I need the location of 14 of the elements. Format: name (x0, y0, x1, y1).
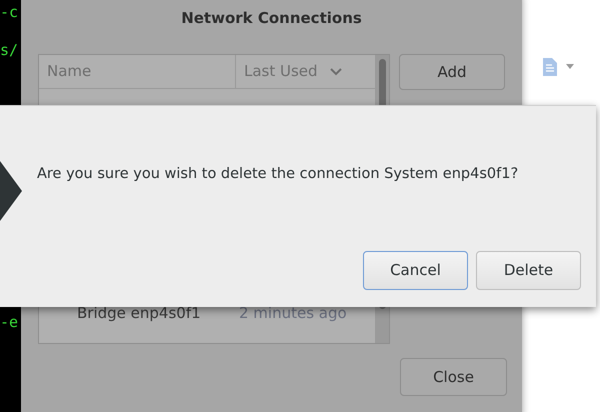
terminal-text: -e (0, 312, 18, 332)
caret-icon[interactable] (566, 64, 574, 69)
window-title: Network Connections (180, 8, 363, 29)
dialog-button[interactable]: Cancel (363, 251, 468, 290)
terminal-text: -c (0, 2, 18, 22)
close-button[interactable]: Close (400, 358, 507, 396)
terminal-text: s/ (0, 40, 18, 60)
document-icon (542, 57, 558, 77)
last-used-text: 2 minutes ago (239, 304, 347, 322)
chevron-down-icon (330, 68, 342, 76)
connection-name: Bridge enp4s0f1 (77, 304, 202, 322)
confirmation-message: Are you sure you wish to delete the connection System enp4s0f1? (37, 165, 518, 184)
add-button[interactable]: Add (399, 54, 505, 90)
dialog-button[interactable]: Delete (476, 251, 581, 290)
